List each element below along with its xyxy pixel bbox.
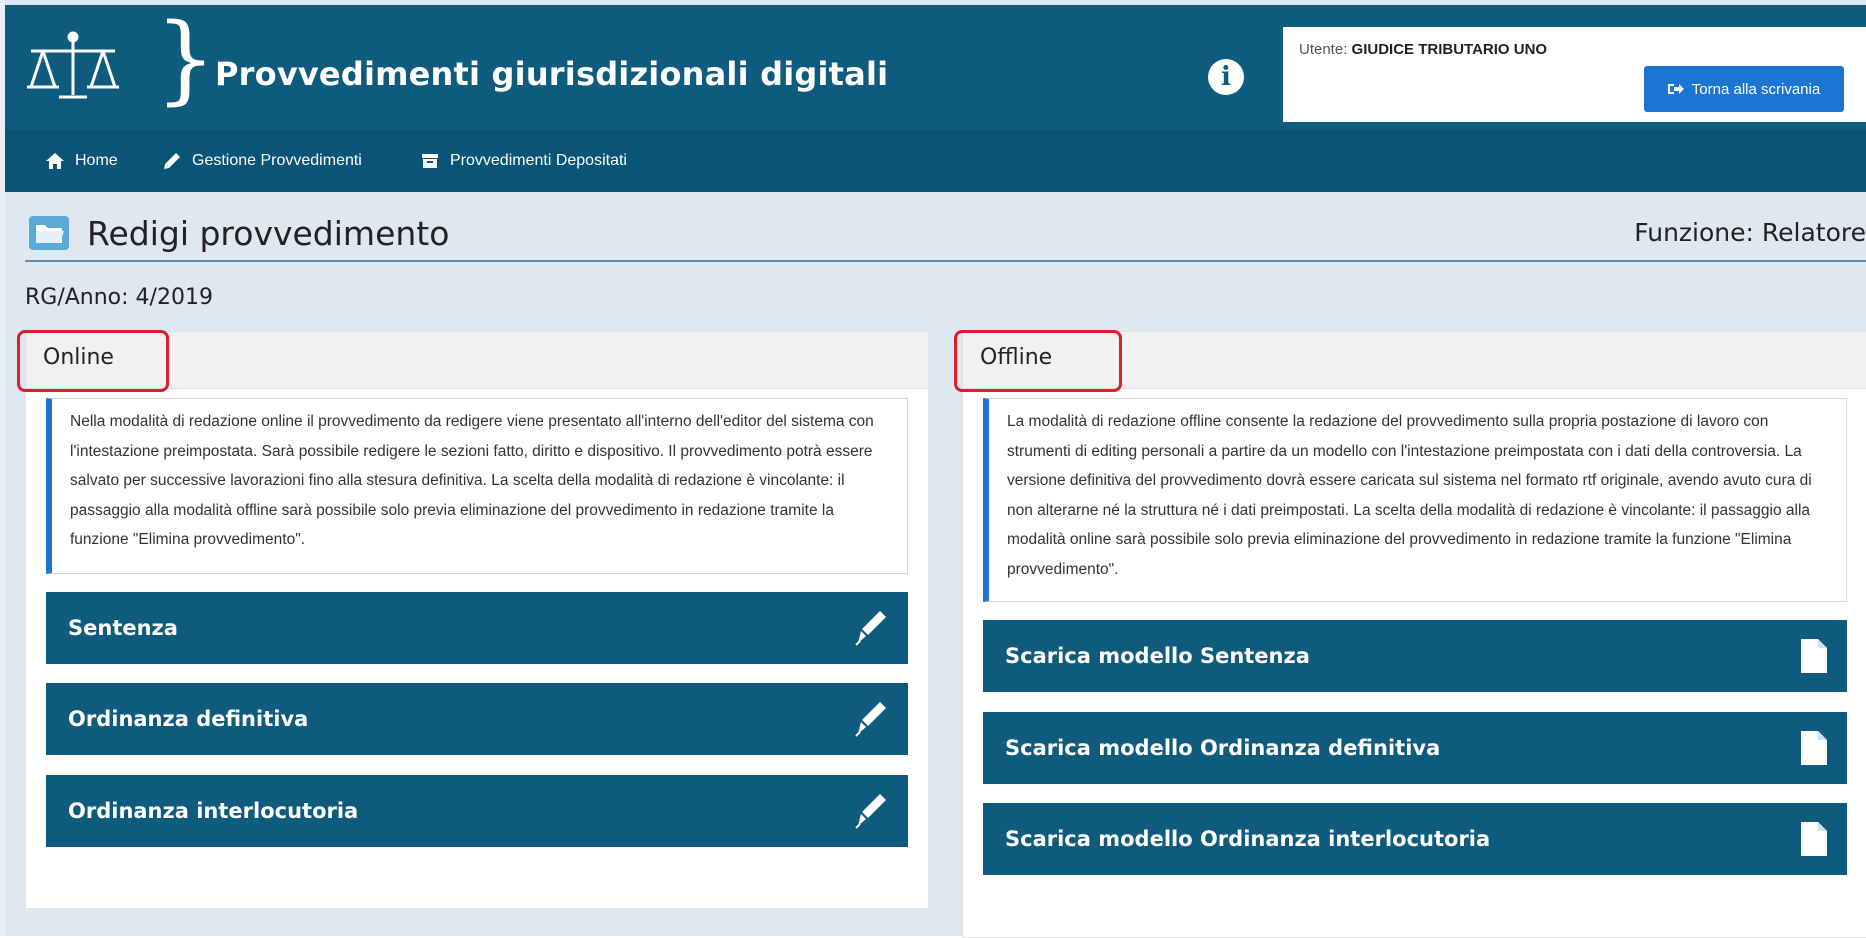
offline-sentenza-button[interactable]: Scarica modello Sentenza [983,620,1847,692]
page-title: Redigi provvedimento [87,214,450,253]
back-to-desk-button[interactable]: Torna alla scrivania [1644,66,1844,112]
folder-open-icon [29,216,69,250]
nav-item-gestione[interactable]: Gestione Provvedimenti [162,130,362,192]
file-icon [1801,731,1827,765]
offline-ordinanza-definitiva-button[interactable]: Scarica modello Ordinanza definitiva [983,712,1847,784]
online-description: Nella modalità di redazione online il pr… [46,398,908,574]
user-prefix: Utente: [1299,41,1352,58]
online-ordinanza-interlocutoria-label: Ordinanza interlocutoria [68,799,359,823]
user-label: Utente: GIUDICE TRIBUTARIO UNO [1299,41,1547,58]
rg-anno: RG/Anno: 4/2019 [25,285,213,310]
nav-item-depositati[interactable]: Provvedimenti Depositati [420,130,627,192]
offline-ordinanza-interlocutoria-label: Scarica modello Ordinanza interlocutoria [1005,827,1491,851]
sign-out-icon [1667,84,1684,94]
nav-item-depositati-label: Provvedimenti Depositati [450,152,627,169]
main-nav: Home Gestione Provvedimenti Provvediment… [5,130,1866,192]
nav-item-gestione-label: Gestione Provvedimenti [192,152,362,169]
info-icon[interactable]: i [1208,59,1244,95]
online-ordinanza-definitiva-button[interactable]: Ordinanza definitiva [46,683,908,755]
file-icon [1801,822,1827,856]
user-box: Utente: GIUDICE TRIBUTARIO UNO Torna all… [1283,27,1866,122]
brace-decoration: } [155,3,217,115]
scales-logo-icon [27,31,119,99]
archive-icon [422,154,438,168]
app-title: Provvedimenti giurisdizionali digitali [215,55,889,93]
nav-item-home-label: Home [75,152,118,169]
file-icon [1801,639,1827,673]
pen-icon [855,702,886,737]
nav-item-home[interactable]: Home [45,130,118,192]
user-name: GIUDICE TRIBUTARIO UNO [1351,41,1548,58]
online-sentenza-label: Sentenza [68,616,178,640]
online-ordinanza-definitiva-label: Ordinanza definitiva [68,707,309,731]
offline-ordinanza-interlocutoria-button[interactable]: Scarica modello Ordinanza interlocutoria [983,803,1847,875]
pencil-icon [164,153,180,169]
online-panel: Online Nella modalità di redazione onlin… [25,331,929,909]
offline-sentenza-label: Scarica modello Sentenza [1005,644,1310,668]
pen-icon [855,611,886,646]
offline-ordinanza-definitiva-label: Scarica modello Ordinanza definitiva [1005,736,1441,760]
pen-icon [855,794,886,829]
offline-description: La modalità di redazione offline consent… [983,398,1847,602]
online-ordinanza-interlocutoria-button[interactable]: Ordinanza interlocutoria [46,775,908,847]
page-title-row: Redigi provvedimento Funzione: Relatore [25,208,1866,262]
online-sentenza-button[interactable]: Sentenza [46,592,908,664]
app-header: } Provvedimenti giurisdizionali digitali… [5,5,1866,130]
role-label: Funzione: Relatore [1634,218,1866,247]
offline-panel: Offline La modalità di redazione offline… [962,331,1866,938]
home-icon [46,153,64,169]
online-highlight-annotation [17,330,169,392]
offline-highlight-annotation [954,330,1122,392]
back-to-desk-label: Torna alla scrivania [1691,80,1821,98]
